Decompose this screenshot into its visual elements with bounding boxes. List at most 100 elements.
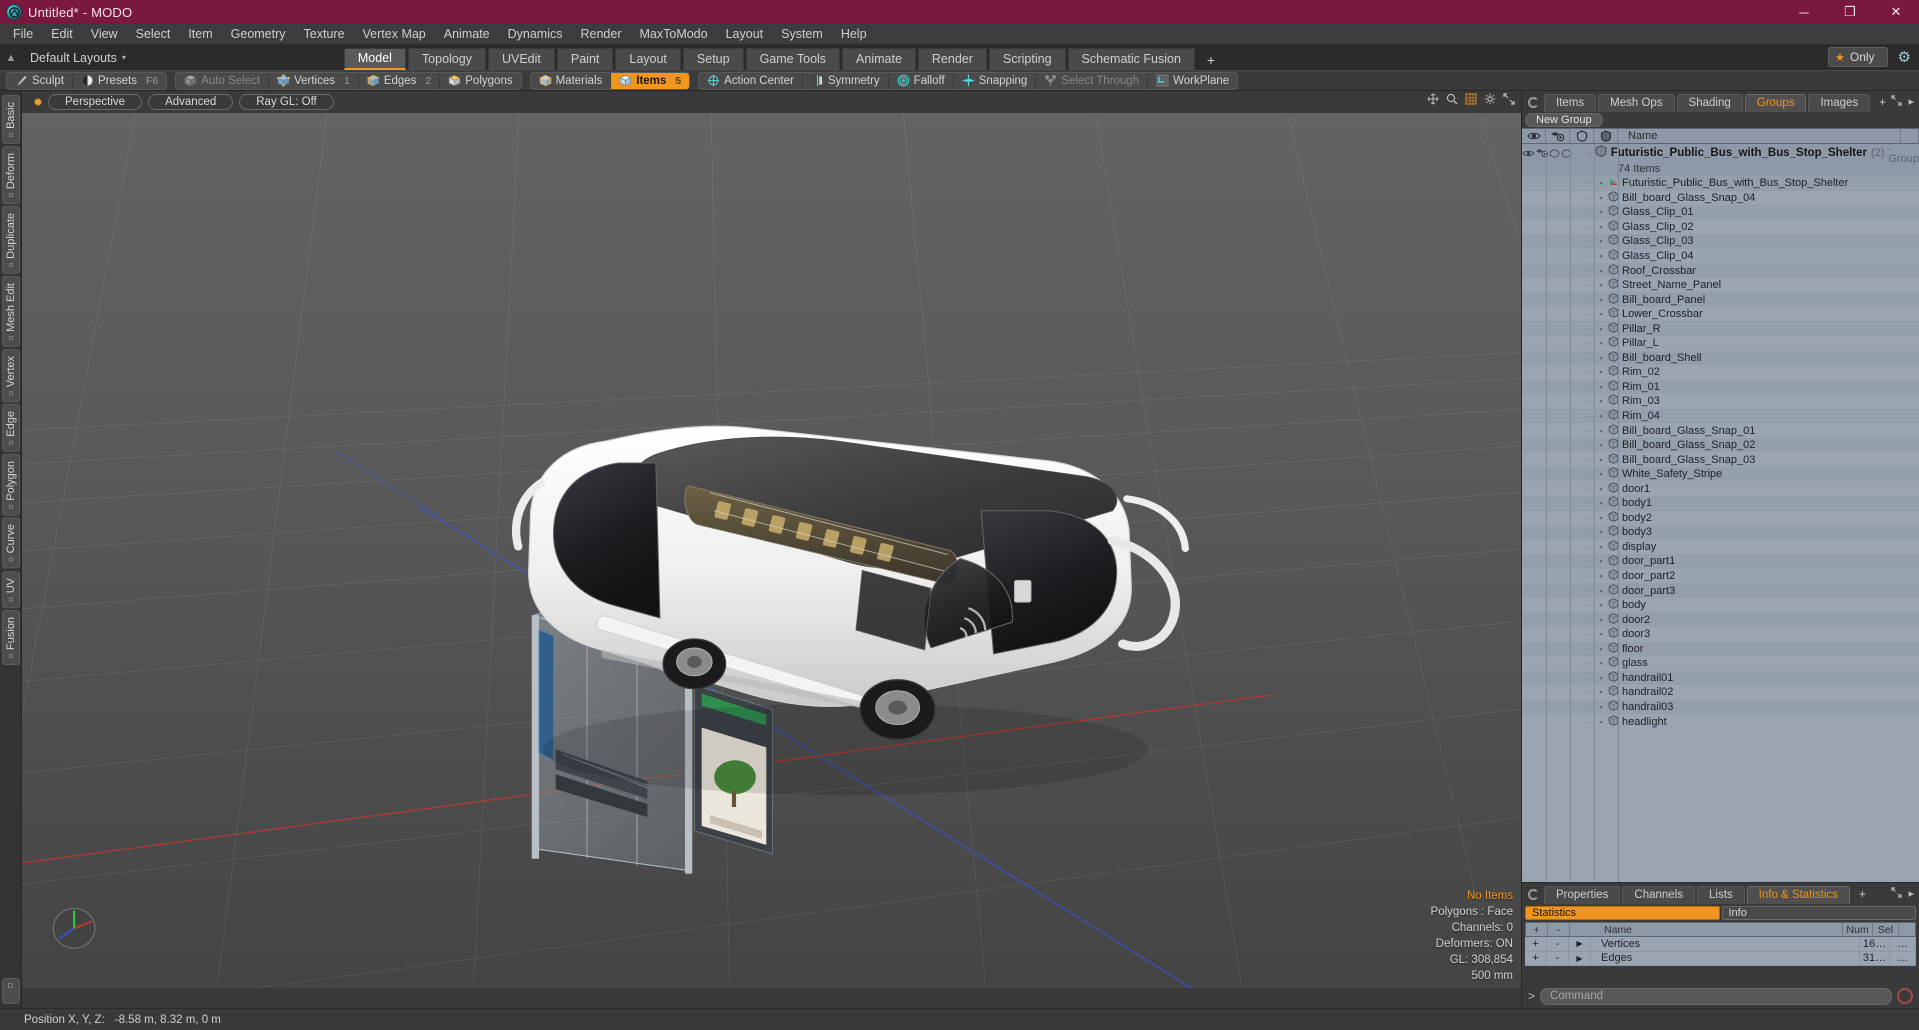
statistics-subtab-statistics[interactable]: Statistics <box>1525 906 1720 920</box>
toolbar-button-falloff[interactable]: Falloff <box>889 72 954 89</box>
item-row[interactable]: ··· ▪ Rim_03 <box>1522 394 1919 409</box>
toolbar-button-materials[interactable]: Materials <box>531 72 612 89</box>
zoom-icon[interactable] <box>1446 93 1458 108</box>
group-render-visibility-icon[interactable] <box>1535 148 1549 158</box>
toolbar-button-auto-select[interactable]: Auto Select <box>176 72 270 89</box>
statistics-subtab-info[interactable]: Info <box>1721 906 1916 920</box>
bottom-panel-tab-lists[interactable]: Lists <box>1697 886 1745 904</box>
item-tree-node-icon[interactable]: ▪ <box>1596 382 1606 392</box>
bottom-panel-menu-icon[interactable] <box>1528 889 1539 900</box>
layout-tab-topology[interactable]: Topology <box>407 48 486 70</box>
item-row[interactable]: ··· ▪ body3 <box>1522 525 1919 540</box>
menu-item-dynamics[interactable]: Dynamics <box>499 25 572 43</box>
item-row[interactable]: ··· ▪ display <box>1522 539 1919 555</box>
item-row[interactable]: ··· ▪ Rim_01 <box>1522 379 1919 395</box>
bottom-panel-options-icon[interactable]: ▸ <box>1908 887 1914 901</box>
left-tool-tab-deform[interactable]: Deform <box>1 145 20 204</box>
toolbar-button-sculpt[interactable]: Sculpt <box>7 72 73 89</box>
minimize-button[interactable]: ─ <box>1781 0 1827 24</box>
item-row[interactable]: ··· ▪ door1 <box>1522 481 1919 497</box>
maximize-viewport-icon[interactable] <box>1503 93 1515 108</box>
item-tree-node-icon[interactable]: ▪ <box>1596 222 1606 232</box>
item-tree-node-icon[interactable]: ▪ <box>1596 629 1606 639</box>
item-tree-node-icon[interactable]: ▪ <box>1596 251 1606 261</box>
right-panel-tab-items[interactable]: Items <box>1544 94 1597 112</box>
command-input[interactable]: Command <box>1540 987 1892 1005</box>
item-row[interactable]: ··· ▪ door_part1 <box>1522 554 1919 569</box>
panel-menu-icon[interactable] <box>1528 97 1539 108</box>
menu-item-layout[interactable]: Layout <box>717 25 773 43</box>
group-row[interactable]: ─ Futuristic_Public_Bus_with_Bus_Stop_Sh… <box>1522 144 1919 165</box>
item-row[interactable]: ··· ▪ Bill_board_Shell <box>1522 350 1919 366</box>
statistics-add-button[interactable]: + <box>1525 951 1547 965</box>
menu-item-render[interactable]: Render <box>572 25 631 43</box>
item-tree-node-icon[interactable]: ▪ <box>1596 658 1606 668</box>
item-row[interactable]: ··· ▪ door_part3 <box>1522 583 1919 598</box>
3d-viewport[interactable]: No Items Polygons : Face Channels: 0 Def… <box>22 113 1521 988</box>
statistics-remove-button[interactable]: - <box>1547 951 1569 965</box>
menu-item-view[interactable]: View <box>82 25 127 43</box>
toolbar-button-workplane[interactable]: WorkPlane <box>1148 73 1237 89</box>
default-layouts-dropdown[interactable]: Default Layouts ▾ <box>22 45 134 70</box>
toolbar-button-edges[interactable]: Edges 2 <box>359 72 441 89</box>
item-row[interactable]: ··· ▪ handrail03 <box>1522 699 1919 715</box>
item-tree-node-icon[interactable]: ▪ <box>1596 469 1606 479</box>
right-panel-tab-shading[interactable]: Shading <box>1676 94 1743 112</box>
left-tool-tab-curve[interactable]: Curve <box>1 517 20 569</box>
left-tool-extra-button[interactable] <box>1 978 20 1004</box>
grid-toggle-icon[interactable] <box>1465 93 1477 108</box>
item-tree-node-icon[interactable]: ▪ <box>1596 615 1606 625</box>
statistics-remove-button[interactable]: - <box>1547 937 1569 951</box>
item-row[interactable]: ··· ▪ Rim_04 <box>1522 408 1919 424</box>
group-visibility-eye-icon[interactable] <box>1522 149 1535 158</box>
statistics-row[interactable]: + - ▶ Edges 31…… <box>1525 951 1916 966</box>
toolbar-button-items[interactable]: Items 5 <box>611 72 690 89</box>
raygl-toggle-button[interactable]: Ray GL: Off <box>239 94 334 110</box>
menu-item-select[interactable]: Select <box>127 25 180 43</box>
item-row[interactable]: ··· ▪ glass <box>1522 656 1919 671</box>
panel-drag-handle-icon[interactable]: ▲ <box>0 45 22 70</box>
item-tree-node-icon[interactable]: ▪ <box>1596 717 1606 727</box>
item-tree-node-icon[interactable]: ▪ <box>1596 411 1606 421</box>
layout-tab-uvedit[interactable]: UVEdit <box>487 48 555 70</box>
item-tree-node-icon[interactable]: ▪ <box>1596 236 1606 246</box>
item-tree-node-icon[interactable]: ▪ <box>1596 600 1606 610</box>
layout-tab-game-tools[interactable]: Game Tools <box>745 48 841 70</box>
item-row[interactable]: ··· ▪ Pillar_L <box>1522 336 1919 351</box>
select-column-icon[interactable] <box>1594 128 1618 144</box>
item-list[interactable]: ─ Futuristic_Public_Bus_with_Bus_Stop_Sh… <box>1522 144 1919 882</box>
item-tree-node-icon[interactable]: ▪ <box>1596 542 1606 552</box>
item-tree-node-icon[interactable]: ▪ <box>1596 556 1606 566</box>
visibility-column-eye-icon[interactable] <box>1522 128 1546 144</box>
layout-tab-schematic-fusion[interactable]: Schematic Fusion <box>1067 48 1195 70</box>
right-panel-tab-add[interactable]: + <box>1872 95 1893 112</box>
item-row[interactable]: ··· ▪ Pillar_R <box>1522 321 1919 337</box>
item-row[interactable]: ··· ▪ Bill_board_Glass_Snap_04 <box>1522 190 1919 206</box>
item-tree-node-icon[interactable]: ▪ <box>1596 178 1606 188</box>
maximize-bottom-panel-icon[interactable] <box>1891 887 1903 901</box>
toolbar-button-vertices[interactable]: Vertices 1 <box>269 72 359 89</box>
group-select-toggle[interactable] <box>1561 148 1573 159</box>
toolbar-button-polygons[interactable]: Polygons <box>440 73 520 89</box>
maximize-button[interactable]: ❐ <box>1827 0 1873 24</box>
menu-item-edit[interactable]: Edit <box>42 25 82 43</box>
menu-item-help[interactable]: Help <box>832 25 876 43</box>
menu-item-maxtomodo[interactable]: MaxToModo <box>631 25 717 43</box>
item-row[interactable]: ··· ▪ headlight <box>1522 714 1919 729</box>
item-tree-node-icon[interactable]: ▪ <box>1596 586 1606 596</box>
item-row[interactable]: ··· ▪ White_Safety_Stripe <box>1522 466 1919 482</box>
menu-item-system[interactable]: System <box>772 25 832 43</box>
item-row[interactable]: ··· ▪ handrail02 <box>1522 685 1919 700</box>
left-tool-tab-vertex[interactable]: Vertex <box>1 348 20 402</box>
item-tree-node-icon[interactable]: ▪ <box>1596 295 1606 305</box>
item-tree-node-icon[interactable]: ▪ <box>1596 309 1606 319</box>
right-panel-tab-groups[interactable]: Groups <box>1744 94 1807 112</box>
layout-tab-animate[interactable]: Animate <box>842 48 916 70</box>
item-row[interactable]: ··· ▪ Bill_board_Glass_Snap_02 <box>1522 437 1919 453</box>
item-tree-node-icon[interactable]: ▪ <box>1596 426 1606 436</box>
gear-icon[interactable]: ⚙ <box>1894 48 1915 66</box>
item-row[interactable]: ··· ▪ handrail01 <box>1522 670 1919 686</box>
item-row[interactable]: ··· ▪ Glass_Clip_01 <box>1522 205 1919 220</box>
item-row[interactable]: ··· ▪ body <box>1522 597 1919 613</box>
item-tree-node-icon[interactable]: ▪ <box>1596 484 1606 494</box>
